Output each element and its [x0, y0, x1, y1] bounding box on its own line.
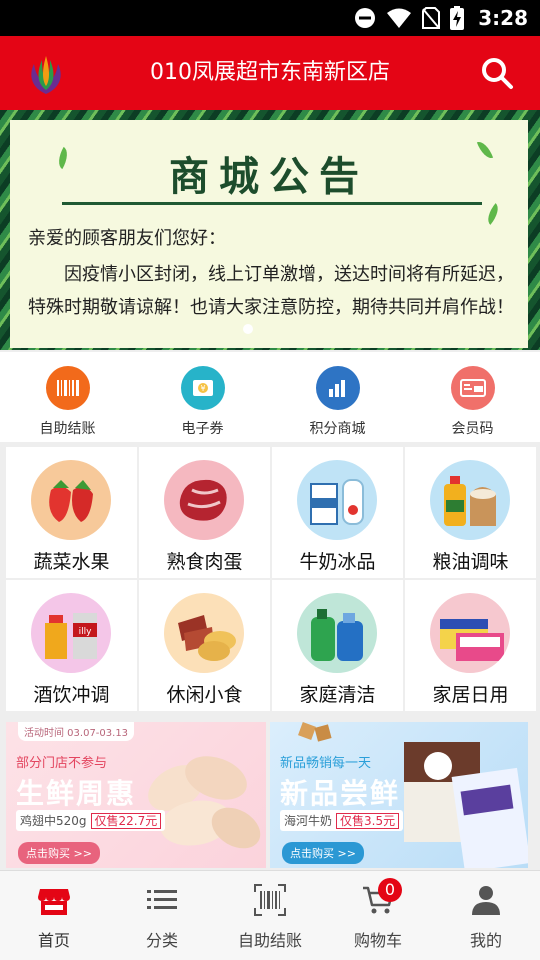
notice-card: 商城公告 亲爱的顾客朋友们您好： 因疫情小区封闭，线上订单激增，送达时间将有所延…	[10, 120, 528, 348]
chicken-wings-image	[148, 756, 261, 849]
status-bar: 3:28	[0, 0, 540, 36]
promo-buy-button[interactable]: 点击购买 >>	[282, 842, 364, 864]
quick-label: 积分商城	[309, 421, 366, 437]
category-label: 家庭清洁	[299, 684, 376, 706]
category-item[interactable]: 粮油调味	[405, 447, 536, 578]
battery-charging-icon	[450, 6, 465, 30]
category-label: 蔬菜水果	[33, 551, 110, 573]
category-label: 酒饮冲调	[33, 684, 110, 706]
carousel-indicator[interactable]	[243, 324, 253, 334]
promo-date-tag: 活动时间 03.07-03.13	[18, 722, 135, 741]
category-label: 家居日用	[432, 684, 509, 706]
quick-label: 自助结账	[39, 421, 96, 437]
snack-icon	[164, 593, 244, 673]
list-icon	[147, 890, 177, 909]
store-logo	[31, 56, 61, 94]
milk-coffee-image	[404, 742, 528, 868]
tab-label: 首页	[37, 931, 70, 950]
category-item[interactable]: 家居日用	[405, 580, 536, 711]
notice-title: 商城公告	[169, 154, 369, 200]
category-label: 牛奶冰品	[299, 551, 376, 573]
coupon-icon: ¥	[180, 366, 225, 410]
category-label: 粮油调味	[432, 551, 509, 573]
app-header: 010凤展超市东南新区店	[0, 36, 540, 110]
category-item[interactable]: illy 酒饮冲调	[6, 580, 137, 711]
category-label: 休闲小食	[166, 684, 243, 706]
quick-actions: 自助结账 ¥ 电子券 积分商城 会员码	[0, 352, 540, 442]
quick-label: 会员码	[451, 421, 494, 437]
promo-title: 新品尝鲜	[280, 777, 401, 810]
bottom-nav: 首页 分类 自助结账 购物车 我的	[0, 870, 540, 960]
promo-price-box: 海河牛奶 仅售3.5元	[280, 810, 404, 831]
quick-member-code[interactable]: 会员码	[405, 352, 540, 442]
category-label: 熟食肉蛋	[166, 551, 243, 573]
quick-coupon[interactable]: ¥ 电子券	[135, 352, 270, 442]
promo-price: 仅售3.5元	[336, 813, 400, 829]
store-icon	[38, 889, 70, 915]
chart-bar-icon	[315, 366, 360, 410]
search-icon[interactable]	[480, 56, 514, 90]
quick-points-mall[interactable]: 积分商城	[270, 352, 405, 442]
promo-fresh-weekly[interactable]: 活动时间 03.07-03.13 部分门店不参与 生鲜周惠 鸡翅中520g 仅售2…	[6, 722, 266, 868]
do-not-disturb-icon	[355, 8, 376, 28]
tissue-icon	[430, 593, 510, 673]
promo-subtitle: 新品畅销每一天	[280, 756, 372, 771]
no-sim-icon	[422, 7, 441, 29]
category-item[interactable]: 牛奶冰品	[272, 447, 403, 578]
wifi-icon	[387, 8, 412, 28]
svg-text:illy: illy	[79, 627, 93, 637]
tab-label: 我的	[469, 931, 502, 950]
tab-home[interactable]: 首页	[0, 871, 108, 960]
honey-coffee-icon: illy	[31, 593, 111, 673]
category-item[interactable]: 休闲小食	[139, 580, 270, 711]
promo-subtitle: 部分门店不参与	[16, 756, 108, 771]
category-item[interactable]: 家庭清洁	[272, 580, 403, 711]
barcode-icon	[45, 366, 90, 410]
promo-product: 海河牛奶	[284, 814, 333, 828]
tab-label: 购物车	[353, 931, 402, 950]
barcode-scan-icon	[254, 884, 286, 916]
promo-product: 鸡翅中520g	[20, 814, 87, 828]
promo-buy-button[interactable]: 点击购买 >>	[18, 842, 100, 864]
tab-profile[interactable]: 我的	[432, 871, 540, 960]
notice-greeting: 亲爱的顾客朋友们您好：	[28, 228, 226, 249]
promo-price: 仅售22.7元	[90, 813, 162, 829]
clock: 3:28	[478, 6, 528, 30]
tab-category[interactable]: 分类	[108, 871, 216, 960]
vip-card-icon	[450, 366, 495, 410]
strawberry-icon	[31, 460, 111, 540]
tab-label: 分类	[145, 931, 178, 950]
store-title[interactable]: 010凤展超市东南新区店	[90, 36, 450, 110]
milk-icon	[297, 460, 377, 540]
quick-label: 电子券	[181, 421, 224, 437]
notice-body: 因疫情小区封闭，线上订单激增，送达时间将有所延迟，特殊时期敬请谅解！也请大家注意…	[28, 264, 514, 318]
tab-self-checkout[interactable]: 自助结账	[216, 871, 324, 960]
promo-title: 生鲜周惠	[16, 777, 137, 810]
category-item[interactable]: 熟食肉蛋	[139, 447, 270, 578]
oil-rice-icon	[430, 460, 510, 540]
steak-icon	[164, 460, 244, 540]
category-item[interactable]: 蔬菜水果	[6, 447, 137, 578]
tab-label: 自助结账	[237, 931, 302, 950]
quick-self-checkout[interactable]: 自助结账	[0, 352, 135, 442]
cookie-decoration	[298, 722, 332, 742]
svg-text:¥: ¥	[200, 384, 205, 393]
promo-price-box: 鸡翅中520g 仅售22.7元	[16, 810, 166, 831]
leaf-decoration	[482, 203, 504, 225]
category-grid: 蔬菜水果 熟食肉蛋 牛奶冰品 粮油调味 illy 酒饮冲调 休闲小食 家庭清洁	[6, 447, 536, 713]
person-icon	[472, 886, 500, 915]
notice-divider	[62, 202, 482, 205]
status-icons: 3:28	[354, 4, 528, 32]
cart-count-badge: 0	[378, 878, 402, 902]
detergent-icon	[297, 593, 377, 673]
announcement-banner[interactable]: 商城公告 亲爱的顾客朋友们您好： 因疫情小区封闭，线上订单激增，送达时间将有所延…	[0, 110, 540, 350]
promo-new-products[interactable]: 新品畅销每一天 新品尝鲜 海河牛奶 仅售3.5元 点击购买 >>	[270, 722, 528, 868]
